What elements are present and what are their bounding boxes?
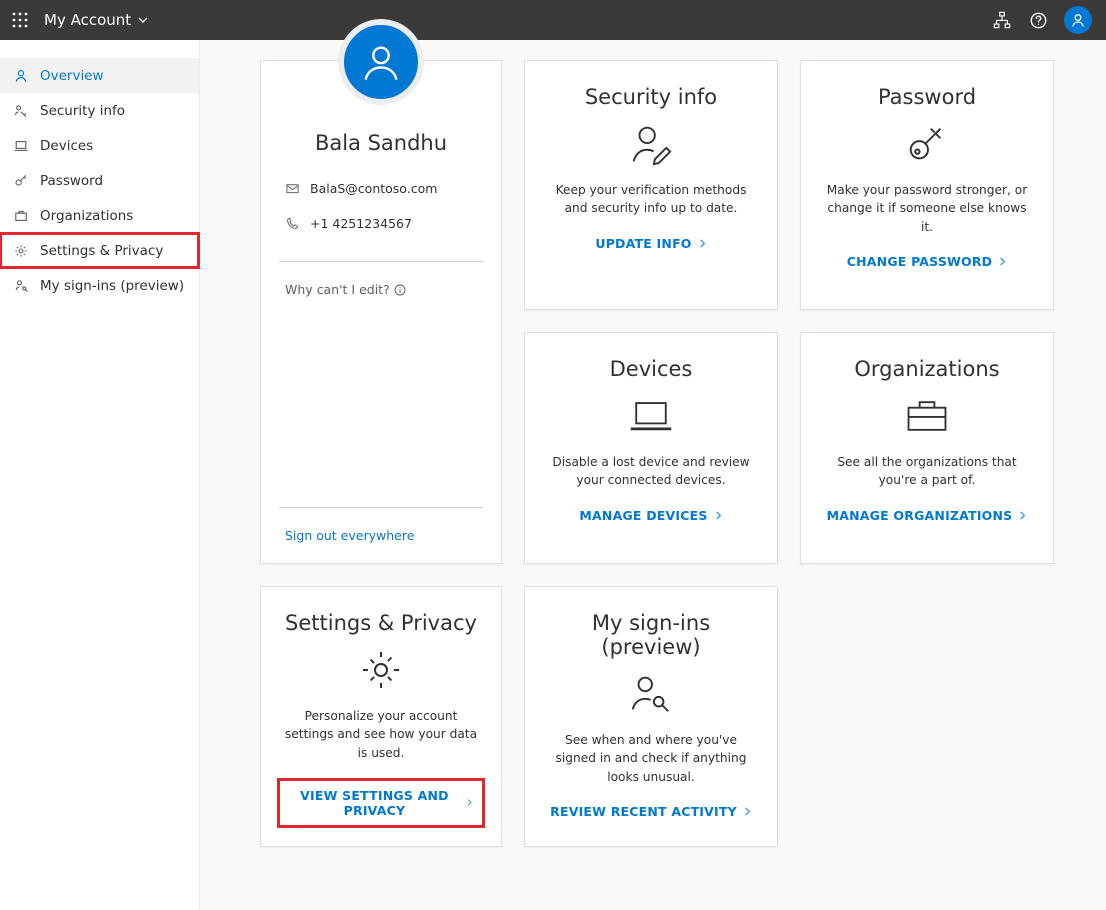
sidebar-item-password[interactable]: Password: [0, 163, 199, 198]
profile-phone-line: +1 4251234567: [279, 216, 483, 231]
sidebar-item-label: Overview: [40, 68, 104, 84]
card-title: Devices: [610, 357, 693, 381]
mail-icon: [285, 181, 300, 196]
card-title: My sign-ins (preview): [543, 611, 759, 659]
settings-privacy-card: Settings & Privacy Personalize your acco…: [260, 586, 502, 847]
sidebar-item-label: Organizations: [40, 208, 133, 224]
card-desc: See when and where you've signed in and …: [543, 731, 759, 786]
security-info-card: Security info Keep your verification met…: [524, 60, 778, 310]
divider: [279, 507, 483, 508]
chevron-right-icon: [698, 239, 707, 248]
sidebar-item-label: Settings & Privacy: [40, 243, 163, 259]
chevron-right-icon: [743, 807, 752, 816]
why-cant-i-edit[interactable]: Why can't I edit?: [279, 282, 483, 297]
main-content: Bala Sandhu BalaS@contoso.com +1 4251234…: [200, 40, 1106, 910]
card-desc: See all the organizations that you're a …: [819, 453, 1035, 490]
manage-organizations-action[interactable]: MANAGE ORGANIZATIONS: [827, 508, 1028, 523]
key-icon: [903, 123, 951, 165]
person-key-icon: [12, 277, 30, 295]
key-person-icon: [12, 102, 30, 120]
user-avatar[interactable]: [1064, 6, 1092, 34]
phone-icon: [285, 216, 300, 231]
chevron-right-icon: [1018, 511, 1027, 520]
card-desc: Disable a lost device and review your co…: [543, 453, 759, 490]
sign-out-everywhere[interactable]: Sign out everywhere: [279, 528, 483, 543]
chevron-right-icon: [466, 798, 473, 807]
laptop-icon: [12, 137, 30, 155]
manage-devices-action[interactable]: MANAGE DEVICES: [579, 508, 722, 523]
card-title: Organizations: [854, 357, 999, 381]
chevron-down-icon: [137, 14, 149, 26]
profile-card: Bala Sandhu BalaS@contoso.com +1 4251234…: [260, 60, 502, 564]
key-icon: [12, 172, 30, 190]
sidebar-item-label: Devices: [40, 138, 93, 154]
card-desc: Keep your verification methods and secur…: [543, 181, 759, 218]
sidebar-item-security[interactable]: Security info: [0, 93, 199, 128]
update-info-action[interactable]: UPDATE INFO: [595, 236, 706, 251]
divider: [279, 261, 483, 262]
info-icon: [394, 284, 406, 296]
sidebar-item-devices[interactable]: Devices: [0, 128, 199, 163]
gear-icon: [12, 242, 30, 260]
briefcase-icon: [12, 207, 30, 225]
gear-icon: [357, 649, 405, 691]
sidebar-item-organizations[interactable]: Organizations: [0, 198, 199, 233]
person-icon: [12, 67, 30, 85]
person-key-icon: [627, 673, 675, 715]
password-card: Password Make your password stronger, or…: [800, 60, 1054, 310]
card-title: Security info: [585, 85, 717, 109]
sitemap-icon[interactable]: [992, 10, 1012, 30]
sidebar-item-label: Security info: [40, 103, 125, 119]
sidebar-item-overview[interactable]: Overview: [0, 58, 199, 93]
sidebar-item-label: Password: [40, 173, 103, 189]
profile-avatar: [338, 19, 424, 105]
change-password-action[interactable]: CHANGE PASSWORD: [847, 254, 1007, 269]
card-desc: Personalize your account settings and se…: [279, 707, 483, 762]
chevron-right-icon: [714, 511, 723, 520]
page-title-dropdown[interactable]: My Account: [44, 11, 149, 29]
devices-card: Devices Disable a lost device and review…: [524, 332, 778, 564]
sidebar-item-my-signins[interactable]: My sign-ins (preview): [0, 268, 199, 303]
laptop-icon: [627, 395, 675, 437]
card-desc: Make your password stronger, or change i…: [819, 181, 1035, 236]
sidebar-item-label: My sign-ins (preview): [40, 278, 184, 294]
profile-name: Bala Sandhu: [279, 131, 483, 155]
card-title: Settings & Privacy: [285, 611, 477, 635]
organizations-card: Organizations See all the organizations …: [800, 332, 1054, 564]
card-title: Password: [878, 85, 976, 109]
review-recent-activity-action[interactable]: REVIEW RECENT ACTIVITY: [550, 804, 752, 819]
sidebar: Overview Security info Devices Password …: [0, 40, 200, 910]
page-title: My Account: [44, 11, 131, 29]
chevron-right-icon: [998, 257, 1007, 266]
help-icon[interactable]: [1028, 10, 1048, 30]
sidebar-item-settings-privacy[interactable]: Settings & Privacy: [0, 233, 199, 268]
briefcase-icon: [903, 395, 951, 437]
top-bar: My Account: [0, 0, 1106, 40]
profile-email: BalaS@contoso.com: [310, 181, 437, 196]
profile-email-line: BalaS@contoso.com: [279, 181, 483, 196]
person-edit-icon: [627, 123, 675, 165]
app-launcher-icon[interactable]: [8, 8, 32, 32]
profile-phone: +1 4251234567: [310, 216, 412, 231]
my-signins-card: My sign-ins (preview) See when and where…: [524, 586, 778, 847]
view-settings-privacy-action[interactable]: VIEW SETTINGS AND PRIVACY: [279, 780, 483, 826]
